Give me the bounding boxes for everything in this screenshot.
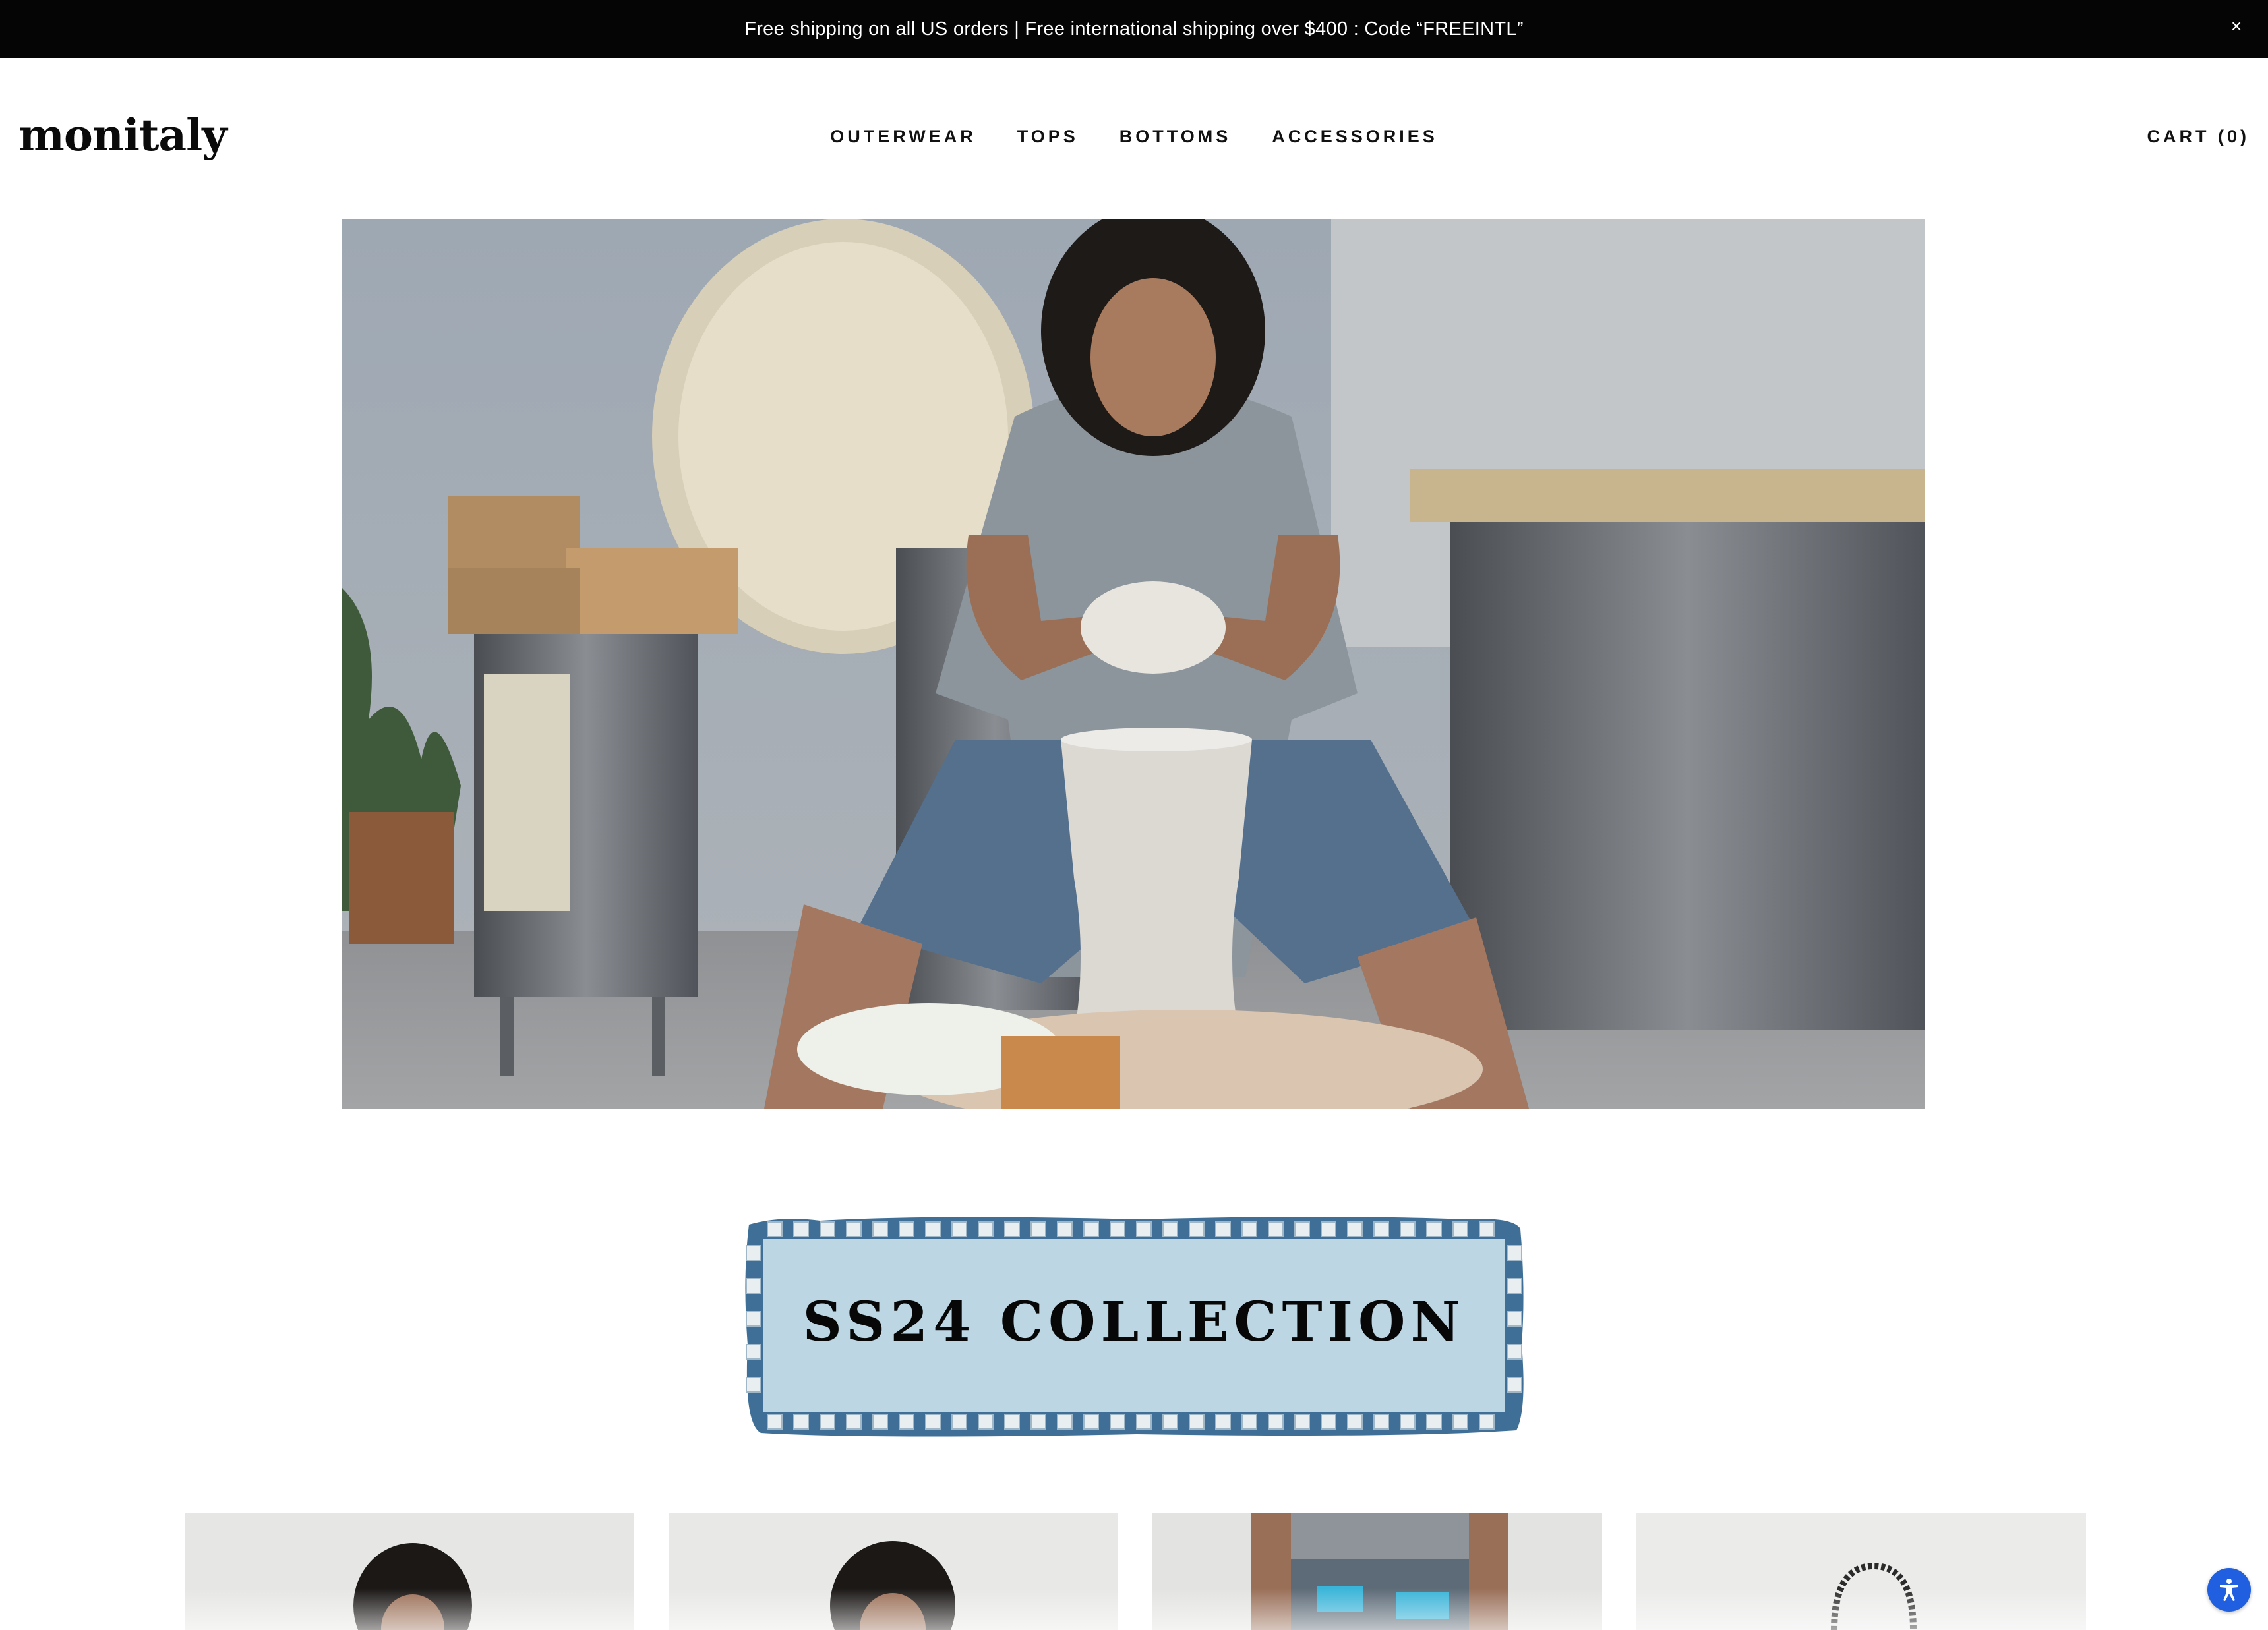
nav-item-tops[interactable]: TOPS — [1017, 127, 1079, 147]
nav-item-accessories[interactable]: ACCESSORIES — [1272, 127, 1438, 147]
model-portrait-1 — [185, 1513, 634, 1630]
cart-link[interactable]: CART (0) — [2147, 127, 2250, 147]
main-nav: OUTERWEAR TOPS BOTTOMS ACCESSORIES — [0, 127, 2268, 147]
bag-product — [1636, 1513, 2086, 1630]
close-icon[interactable]: × — [2222, 12, 2251, 41]
nav-item-bottoms[interactable]: BOTTOMS — [1119, 127, 1232, 147]
collection-title: SS24 COLLECTION — [802, 1291, 1466, 1354]
nav-item-outerwear[interactable]: OUTERWEAR — [830, 127, 976, 147]
hero-illustration — [342, 219, 1925, 1109]
product-card[interactable] — [185, 1513, 634, 1630]
hero-image — [342, 219, 1925, 1109]
announcement-text: Free shipping on all US orders | Free in… — [744, 18, 1524, 40]
product-grid — [185, 1513, 2086, 1630]
product-card[interactable] — [1152, 1513, 1602, 1630]
announcement-bar: Free shipping on all US orders | Free in… — [0, 0, 2268, 58]
product-card[interactable] — [669, 1513, 1118, 1630]
person-accessibility-glyph — [2220, 1579, 2238, 1601]
site-header: monitaly OUTERWEAR TOPS BOTTOMS ACCESSOR… — [0, 58, 2268, 219]
product-card[interactable] — [1636, 1513, 2086, 1630]
shorts-closeup — [1152, 1513, 1602, 1630]
model-portrait-2 — [669, 1513, 1118, 1630]
accessibility-icon[interactable] — [2207, 1568, 2251, 1612]
collection-banner[interactable]: SS24 COLLECTION — [741, 1213, 1527, 1440]
